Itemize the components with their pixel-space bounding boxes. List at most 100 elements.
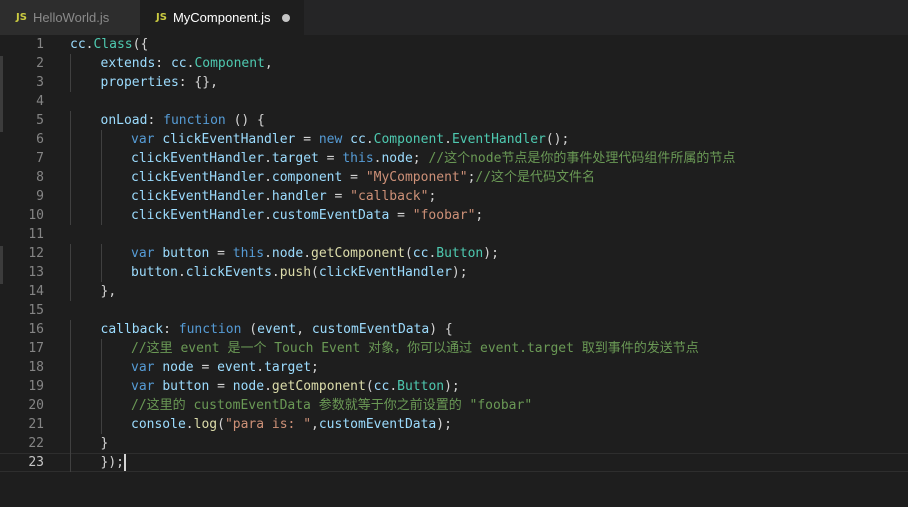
code-token: //这个node节点是你的事件处理代码组件所属的节点 [428,151,736,166]
tab-mycomponent-js[interactable]: JS MyComponent.js [140,0,304,35]
indent-guide [100,339,102,358]
code-token: . [264,208,272,223]
code-token: , [264,56,273,71]
code-line[interactable]: 21 console.log("para is: ",customEventDat… [0,415,908,434]
code-line[interactable]: 15 [0,301,908,320]
code-token: onLoad [100,113,148,128]
code-text: //这里的 customEventData 参数就等于你之前设置的 "fooba… [131,396,532,415]
code-line[interactable]: 10 clickEventHandler.customEventData = "f… [0,206,908,225]
code-line[interactable]: 1 cc.Class({ [0,35,908,54]
editor-tab-bar: JS HelloWorld.js JS MyComponent.js [0,0,908,35]
indent-guide [100,415,102,434]
indent-guide [70,54,71,73]
code-line[interactable]: 4 [0,92,908,111]
code-line[interactable]: 5 onLoad: function () { [0,111,908,130]
code-token: ; [412,151,429,166]
code-token: ; [311,360,319,375]
indent-guide [70,111,71,130]
line-number: 2 [36,56,44,71]
line-number: 11 [28,227,44,242]
code-line[interactable]: 12 var button = this.node.getComponent(cc… [0,244,908,263]
code-text: extends: cc.Component, [101,54,273,73]
tab-helloworld-js[interactable]: JS HelloWorld.js [0,0,140,35]
indent-guide [100,377,102,396]
code-token: . [303,246,312,261]
code-line[interactable]: 22} [0,434,908,453]
code-token: Component [373,132,445,147]
unsaved-changes-dot-icon[interactable] [282,13,291,22]
code-token: this [232,246,265,261]
code-line[interactable]: 7 clickEventHandler.target = this.node; /… [0,149,908,168]
code-line[interactable]: 18 var node = event.target; [0,358,908,377]
code-line[interactable]: 3 properties: {}, [0,73,908,92]
code-text: var clickEventHandler = new cc.Component… [131,130,569,149]
line-number: 20 [28,398,44,413]
code-token: function [178,322,242,337]
code-line[interactable]: 9 clickEventHandler.handler = "callback"; [0,187,908,206]
code-line[interactable]: 11 [0,225,908,244]
code-token: . [264,246,272,261]
code-line[interactable]: 2 extends: cc.Component, [0,54,908,73]
code-token: ); [483,246,499,261]
tab-label: MyComponent.js [172,10,271,25]
code-token: ); [436,417,452,432]
code-token: Class [93,37,133,52]
code-token: () { [225,113,265,128]
code-text: } [101,434,109,453]
indent-guide [70,339,71,358]
code-token: getComponent [311,246,405,261]
code-token: = [389,208,413,223]
code-token: //这里的 customEventData 参数就等于你之前设置的 "fooba… [131,398,533,413]
code-line[interactable]: 8 clickEventHandler.component = "MyCompon… [0,168,908,187]
code-area[interactable]: 1 cc.Class({ 2 extends: cc.Component, 3 prope… [0,35,908,507]
code-token: clickEvents [185,265,272,280]
code-token: = [209,246,233,261]
code-token: , [311,417,319,432]
code-token: handler [271,189,327,204]
indent-guide [70,415,71,434]
code-token: Button [436,246,484,261]
code-token: properties [100,75,179,90]
gutter-change-marker [0,56,3,94]
code-line[interactable]: 6 var clickEventHandler = new cc.Componen… [0,130,908,149]
line-number: 4 [36,94,44,109]
code-token: : [147,113,164,128]
code-text: clickEventHandler.target = this.node; //… [131,149,735,168]
tab-label: HelloWorld.js [32,10,110,25]
code-token: = [193,360,218,375]
indent-guide [100,396,102,415]
code-token: target [264,360,312,375]
code-token: ; [428,189,437,204]
code-text: var node = event.target; [131,358,319,377]
code-token: Button [397,379,445,394]
code-token: ({ [132,37,149,52]
code-token: event [217,360,257,375]
code-line[interactable]: 13 button.clickEvents.push(clickEventHand… [0,263,908,282]
code-token: clickEventHandler [318,265,452,280]
code-line[interactable]: 16 callback: function (event, customEvent… [0,320,908,339]
code-line[interactable]: 23}); [0,453,908,472]
code-text: console.log("para is: ",customEventData)… [131,415,452,434]
code-text: var button = this.node.getComponent(cc.B… [131,244,499,263]
code-token: clickEventHandler [131,151,265,166]
indent-guide [70,453,71,472]
code-text: }, [101,282,117,301]
code-token: ( [217,417,225,432]
code-text: clickEventHandler.handler = "callback"; [131,187,436,206]
code-token: cc [350,132,366,147]
code-text: button.clickEvents.push(clickEventHandle… [131,263,468,282]
indent-guide [70,73,71,92]
code-token: var [131,360,155,375]
code-token: event [257,322,297,337]
line-number: 7 [36,151,44,166]
code-token: button [162,379,210,394]
code-line[interactable]: 19 var button = node.getComponent(cc.Butt… [0,377,908,396]
code-text: properties: {}, [101,73,218,92]
code-token: button [131,265,178,280]
code-line[interactable]: 20 //这里的 customEventData 参数就等于你之前设置的 "foo… [0,396,908,415]
line-number: 10 [28,208,44,223]
code-line[interactable]: 17 //这里 event 是一个 Touch Event 对象，你可以通过 ev… [0,339,908,358]
code-token: ); [444,379,460,394]
code-line[interactable]: 14}, [0,282,908,301]
code-token: . [256,360,265,375]
